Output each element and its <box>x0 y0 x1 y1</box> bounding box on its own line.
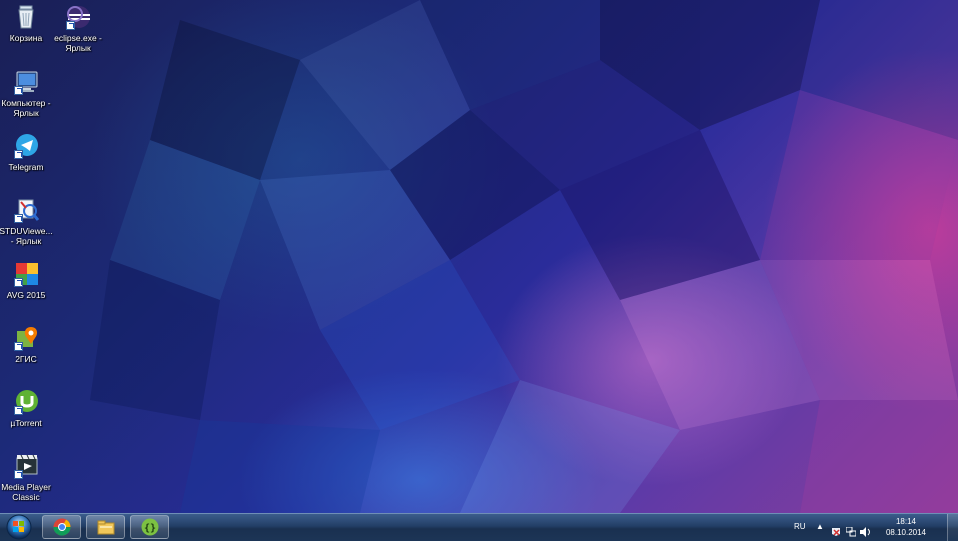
computer-icon <box>13 69 39 95</box>
desktop-icon-label: µTorrent <box>10 418 42 428</box>
media-player-classic-icon <box>13 453 39 479</box>
shortcut-arrow-icon <box>14 278 23 287</box>
stdu-viewer-icon <box>13 197 40 223</box>
start-button[interactable] <box>4 514 34 541</box>
action-center-icon[interactable] <box>831 522 841 536</box>
language-indicator[interactable]: RU <box>794 522 806 531</box>
desktop-icon-eclipse[interactable]: eclipse.exe - Ярлык <box>49 4 107 53</box>
desktop[interactable]: Корзина eclipse.exe - Ярлык Компьютер - … <box>0 0 958 513</box>
utorrent-icon <box>13 389 39 415</box>
telegram-icon <box>13 133 39 159</box>
desktop-icon-label: Корзина <box>9 33 43 43</box>
desktop-icon-avg[interactable]: AVG 2015 <box>0 261 55 300</box>
chrome-icon <box>53 518 71 536</box>
desktop-icon-label: eclipse.exe - Ярлык <box>54 33 102 53</box>
desktop-icon-2gis[interactable]: 2ГИС <box>0 325 55 364</box>
desktop-icon-recycle-bin[interactable]: Корзина <box>0 4 55 43</box>
taskbar-button-brackets[interactable]: {} <box>130 515 169 539</box>
taskbar-button-chrome[interactable] <box>42 515 81 539</box>
shortcut-arrow-icon <box>14 86 23 95</box>
show-hidden-icons-button[interactable]: ▲ <box>816 522 824 531</box>
taskbar-button-explorer[interactable] <box>86 515 125 539</box>
recycle-bin-icon <box>13 4 39 30</box>
shortcut-arrow-icon <box>14 406 23 415</box>
desktop-icon-label: Telegram <box>8 162 44 172</box>
brackets-icon: {} <box>141 518 159 536</box>
desktop-icon-label: AVG 2015 <box>6 290 46 300</box>
volume-icon[interactable] <box>860 522 872 537</box>
show-desktop-button[interactable] <box>947 514 958 541</box>
clock[interactable]: 18:14 08.10.2014 <box>878 517 934 538</box>
avg-icon <box>13 261 39 287</box>
wallpaper <box>90 0 958 513</box>
2gis-icon <box>13 325 39 351</box>
desktop-icon-stdu-viewer[interactable]: STDUViewe... - Ярлык <box>0 197 55 246</box>
eclipse-icon <box>65 4 91 30</box>
desktop-icon-label: Media Player Classic <box>1 482 51 502</box>
desktop-icon-label: 2ГИС <box>15 354 37 364</box>
desktop-icon-computer[interactable]: Компьютер - Ярлык <box>0 69 55 118</box>
file-explorer-icon <box>97 518 115 536</box>
shortcut-arrow-icon <box>14 214 23 223</box>
system-tray: RU ▲ 18:14 08.10.2014 <box>794 514 944 541</box>
svg-text:{}: {} <box>144 523 156 534</box>
desktop-icon-utorrent[interactable]: µTorrent <box>0 389 55 428</box>
desktop-icon-telegram[interactable]: Telegram <box>0 133 55 172</box>
shortcut-arrow-icon <box>66 21 75 30</box>
desktop-icon-label: STDUViewe... - Ярлык <box>0 226 53 246</box>
shortcut-arrow-icon <box>14 470 23 479</box>
desktop-icon-media-player-classic[interactable]: Media Player Classic <box>0 453 55 502</box>
shortcut-arrow-icon <box>14 342 23 351</box>
desktop-icon-label: Компьютер - Ярлык <box>1 98 51 118</box>
clock-date: 08.10.2014 <box>885 528 927 537</box>
shortcut-arrow-icon <box>14 150 23 159</box>
clock-time: 18:14 <box>895 517 917 526</box>
network-icon[interactable] <box>845 522 857 537</box>
taskbar: {} RU ▲ 18:14 08.10.2014 <box>0 513 958 541</box>
windows-orb-icon <box>6 514 32 540</box>
